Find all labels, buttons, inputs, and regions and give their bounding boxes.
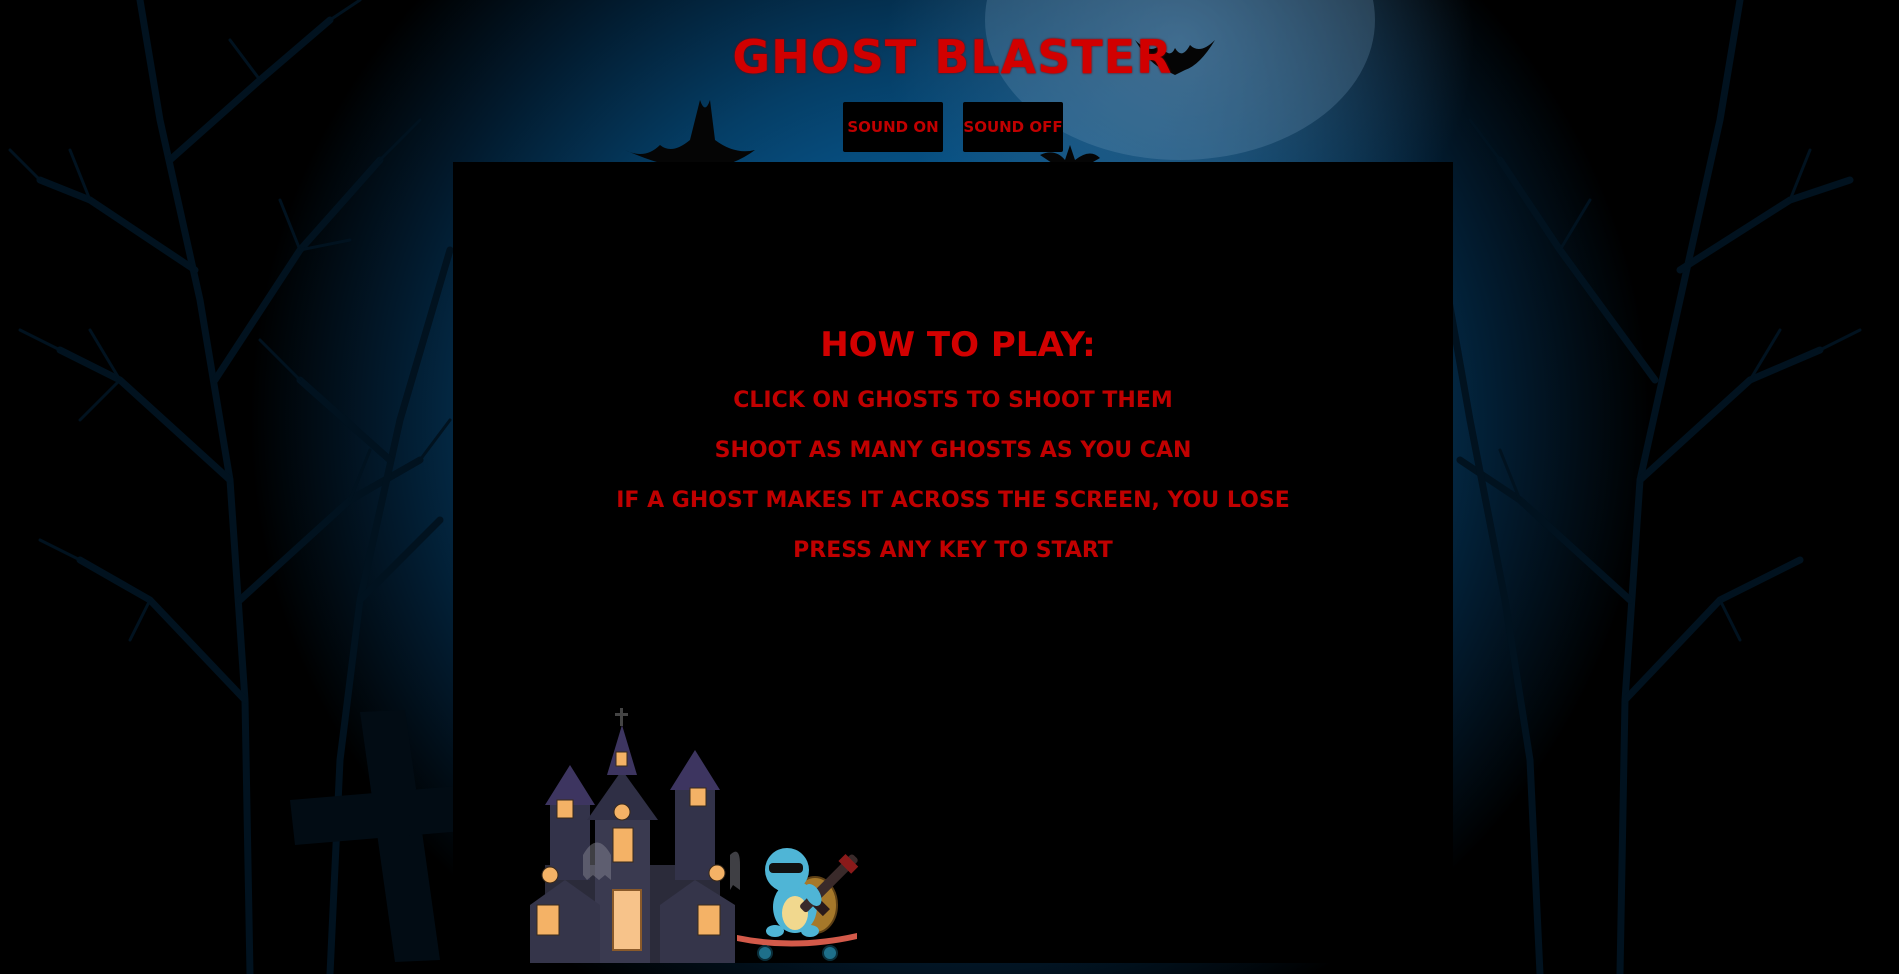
- turtle-skateboard-gun-icon[interactable]: [735, 835, 870, 965]
- instruction-line: If a ghost makes it across the screen, y…: [616, 488, 1290, 513]
- instruction-line: Shoot as many ghosts as you can: [714, 438, 1192, 463]
- right-trees: [1436, 0, 1854, 974]
- left-branches: [8, 0, 452, 642]
- cross-tombstone: [290, 710, 475, 962]
- haunted-house-icon: [530, 708, 740, 963]
- instruction-line: Click on ghosts to shoot them: [733, 388, 1173, 413]
- sound-on-button[interactable]: Sound On: [843, 102, 943, 152]
- instruction-line: Press any key to start: [793, 538, 1113, 563]
- how-to-play-heading: How to play:: [820, 325, 1096, 365]
- bat-icon: [625, 100, 755, 170]
- sound-off-button[interactable]: Sound Off: [963, 102, 1063, 152]
- game-title: Ghost Blaster: [732, 30, 1173, 84]
